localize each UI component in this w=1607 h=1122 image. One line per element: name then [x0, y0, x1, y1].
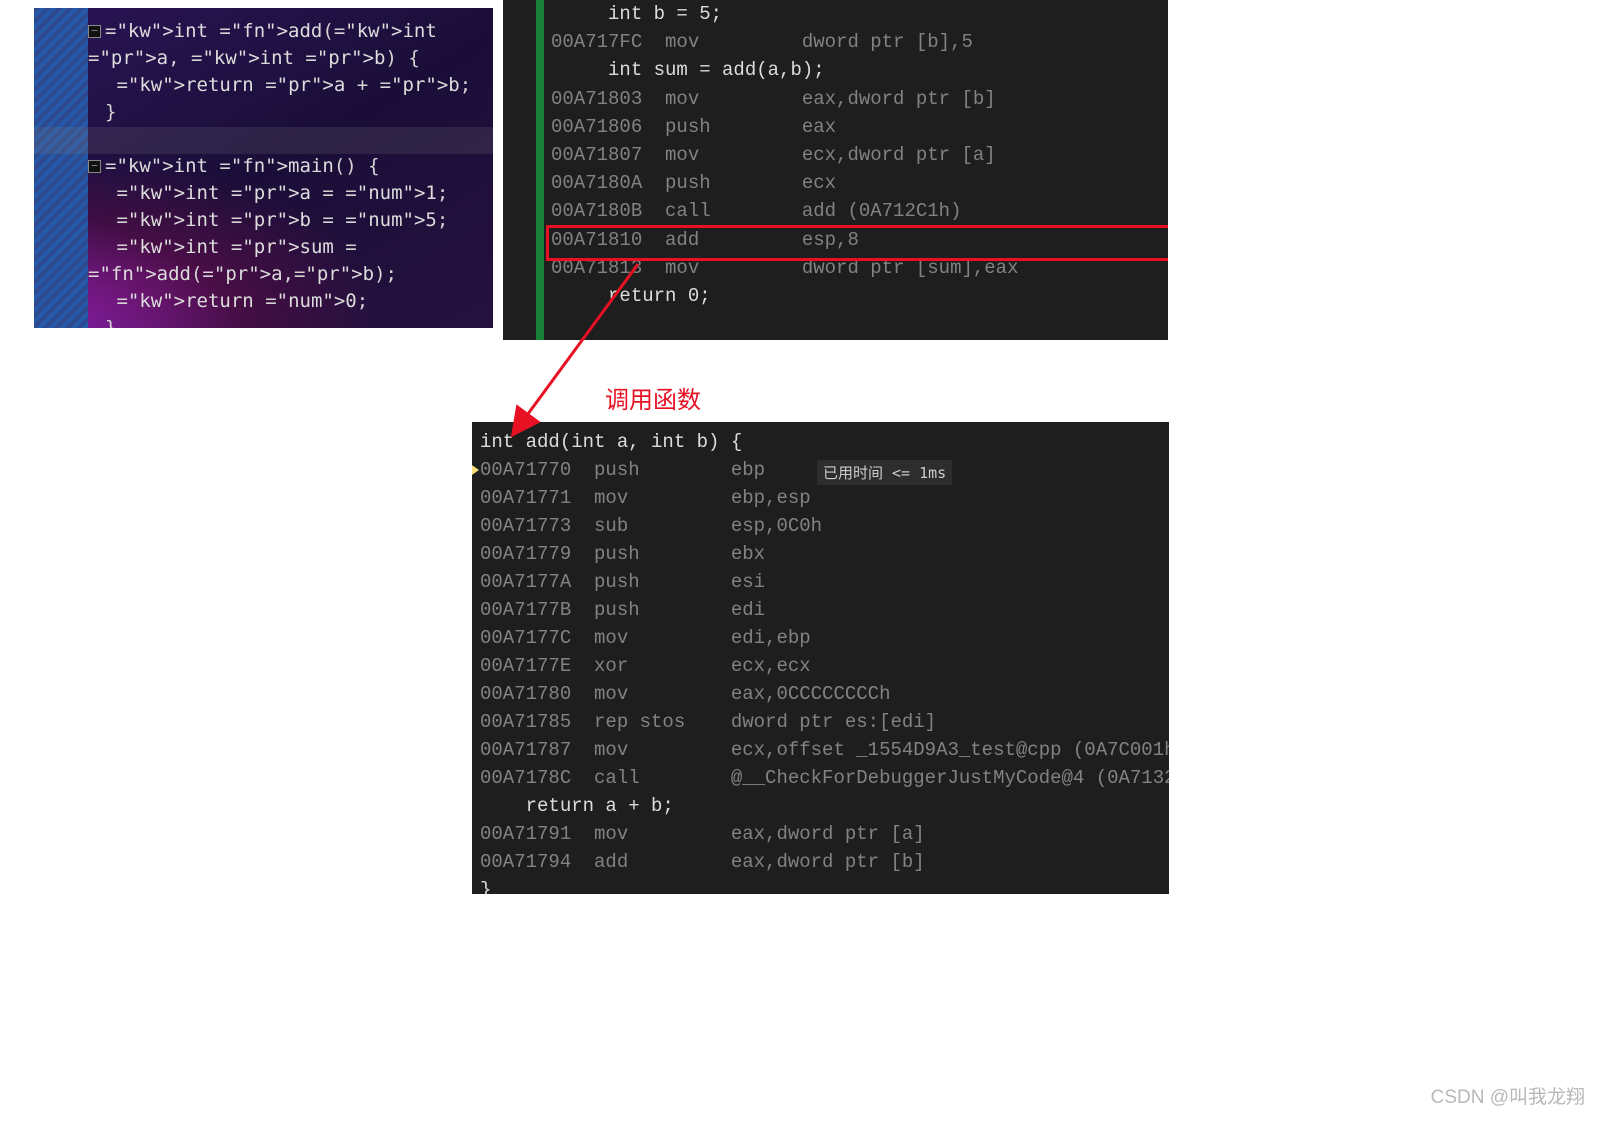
source-line[interactable]: ="kw">int ="pr">b = ="num">5;: [88, 207, 493, 234]
fold-icon[interactable]: −: [88, 160, 101, 173]
disasm-source-line: return a + b;: [480, 792, 1169, 820]
annotation-label: 调用函数: [605, 380, 701, 415]
disasm-line[interactable]: 00A7177E xor ecx,ecx: [480, 652, 1169, 680]
disasm-line[interactable]: 00A71806 push eax: [551, 113, 1168, 141]
source-line[interactable]: ="kw">return ="pr">a + ="pr">b;: [88, 72, 493, 99]
disasm-line[interactable]: 00A7180A push ecx: [551, 169, 1168, 197]
disasm-line[interactable]: 00A71803 mov eax,dword ptr [b]: [551, 85, 1168, 113]
disasm-source-line: return 0;: [551, 282, 1168, 310]
source-line[interactable]: [88, 126, 493, 153]
disasm-line[interactable]: 00A71791 mov eax,dword ptr [a]: [480, 820, 1169, 848]
disassembly-code-function[interactable]: int add(int a, int b) {00A71770 push ebp…: [472, 422, 1169, 894]
disassembly-code-main[interactable]: int b = 5;00A717FC mov dword ptr [b],5 i…: [503, 0, 1168, 310]
source-line[interactable]: −="kw">int ="fn">add(="kw">int ="pr">a, …: [88, 18, 493, 72]
source-code-panel[interactable]: −="kw">int ="fn">add(="kw">int ="pr">a, …: [34, 8, 493, 328]
disasm-line[interactable]: 00A71773 sub esp,0C0h: [480, 512, 1169, 540]
source-line[interactable]: ="kw">int ="pr">a = ="num">1;: [88, 180, 493, 207]
source-line[interactable]: }: [88, 315, 493, 328]
source-line[interactable]: ="kw">return ="num">0;: [88, 288, 493, 315]
source-line[interactable]: −="kw">int ="fn">main() {: [88, 153, 493, 180]
disasm-line[interactable]: 00A7178C call @__CheckForDebuggerJustMyC…: [480, 764, 1169, 792]
disassembly-panel-function[interactable]: int add(int a, int b) {00A71770 push ebp…: [472, 422, 1169, 894]
disassembly-panel-main[interactable]: int b = 5;00A717FC mov dword ptr [b],5 i…: [503, 0, 1168, 340]
disasm-line[interactable]: 00A71810 add esp,8: [551, 226, 1168, 254]
disasm-line[interactable]: 00A7177A push esi: [480, 568, 1169, 596]
timing-tooltip: 已用时间 <= 1ms: [817, 460, 952, 485]
disasm-source-line: int sum = add(a,b);: [551, 56, 1168, 84]
source-line[interactable]: }: [88, 99, 493, 126]
disasm-line[interactable]: 00A7180B call add (0A712C1h): [551, 197, 1168, 225]
disasm-line[interactable]: 00A7177C mov edi,ebp: [480, 624, 1169, 652]
disasm-line[interactable]: 00A71771 mov ebp,esp: [480, 484, 1169, 512]
disasm-line[interactable]: 00A7177B push edi: [480, 596, 1169, 624]
disasm-source-line: int b = 5;: [551, 0, 1168, 28]
disasm-header: int add(int a, int b) {: [480, 428, 1169, 456]
disasm-line[interactable]: 00A71785 rep stos dword ptr es:[edi]: [480, 708, 1169, 736]
change-bar: [536, 0, 544, 340]
source-code[interactable]: −="kw">int ="fn">add(="kw">int ="pr">a, …: [34, 8, 493, 328]
disasm-line[interactable]: 00A71787 mov ecx,offset _1554D9A3_test@c…: [480, 736, 1169, 764]
disasm-line[interactable]: 00A71813 mov dword ptr [sum],eax: [551, 254, 1168, 282]
disasm-line[interactable]: 00A71780 mov eax,0CCCCCCCCh: [480, 680, 1169, 708]
margin: [503, 0, 536, 340]
fold-icon[interactable]: −: [88, 25, 101, 38]
ip-arrow-icon: [472, 464, 479, 475]
disasm-line[interactable]: 00A71779 push ebx: [480, 540, 1169, 568]
disasm-line[interactable]: 00A71807 mov ecx,dword ptr [a]: [551, 141, 1168, 169]
disasm-line[interactable]: 00A717FC mov dword ptr [b],5: [551, 28, 1168, 56]
disasm-line[interactable]: 00A71794 add eax,dword ptr [b]: [480, 848, 1169, 876]
watermark: CSDN @叫我龙翔: [1431, 1082, 1585, 1109]
disasm-footer: }: [480, 876, 1169, 894]
source-line[interactable]: ="kw">int ="pr">sum = ="fn">add(="pr">a,…: [88, 234, 493, 288]
